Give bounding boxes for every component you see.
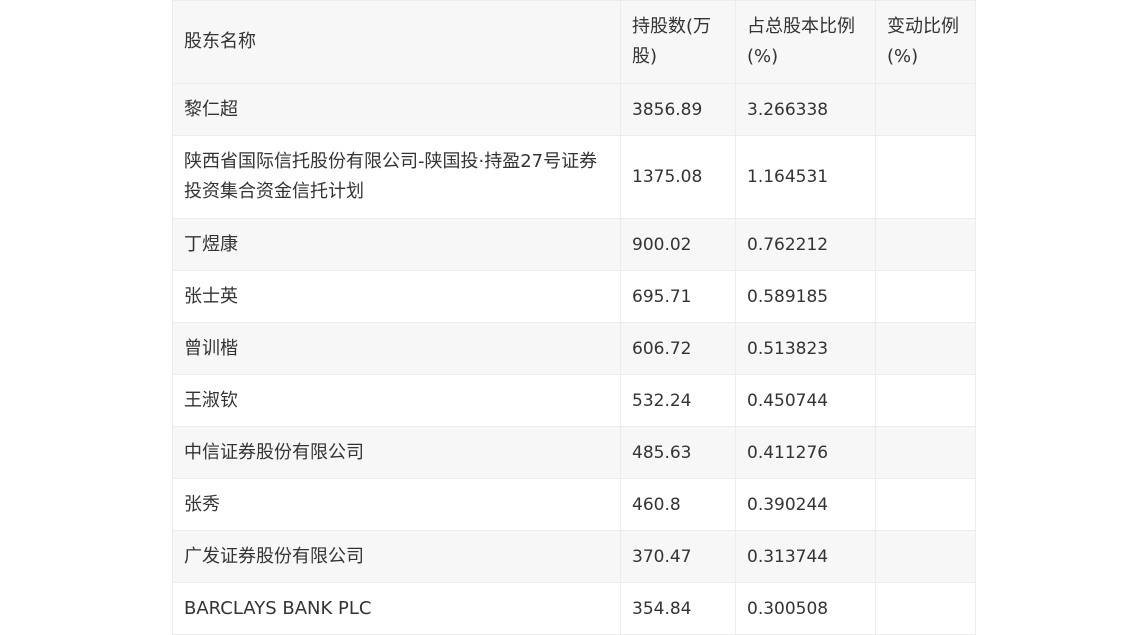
header-shares-line1: 持股数(万 [632, 16, 712, 37]
cell-shares: 606.72 [620, 322, 736, 375]
table-header: 股东名称 持股数(万 股) 占总股本比例 (%) 变动比例 (%) [172, 0, 976, 84]
cell-change [875, 218, 976, 271]
cell-shareholder-name: 中信证券股份有限公司 [172, 426, 621, 479]
cell-ratio: 0.589185 [735, 270, 876, 323]
header-ratio-line2: (%) [747, 46, 779, 67]
cell-shares: 695.71 [620, 270, 736, 323]
cell-shares: 532.24 [620, 374, 736, 427]
cell-ratio: 0.513823 [735, 322, 876, 375]
cell-ratio: 0.762212 [735, 218, 876, 271]
cell-change [875, 270, 976, 323]
shareholder-table-container: 股东名称 持股数(万 股) 占总股本比例 (%) 变动比例 (%) 黎仁超 38… [172, 0, 976, 635]
cell-change [875, 322, 976, 375]
table-row: 张士英 695.71 0.589185 [172, 270, 976, 323]
table-row: 丁煜康 900.02 0.762212 [172, 218, 976, 271]
cell-shareholder-name: 王淑钦 [172, 374, 621, 427]
cell-shareholder-name: 黎仁超 [172, 83, 621, 136]
table-row: 中信证券股份有限公司 485.63 0.411276 [172, 426, 976, 479]
cell-shares: 460.8 [620, 478, 736, 531]
header-row: 股东名称 持股数(万 股) 占总股本比例 (%) 变动比例 (%) [172, 0, 976, 84]
cell-change [875, 530, 976, 583]
cell-change [875, 83, 976, 136]
table-row: 陕西省国际信托股份有限公司-陕国投·持盈27号证券投资集合资金信托计划 1375… [172, 135, 976, 219]
shareholder-table: 股东名称 持股数(万 股) 占总股本比例 (%) 变动比例 (%) 黎仁超 38… [172, 0, 976, 635]
cell-shares: 900.02 [620, 218, 736, 271]
cell-shares: 485.63 [620, 426, 736, 479]
cell-change [875, 135, 976, 219]
cell-ratio: 1.164531 [735, 135, 876, 219]
table-row: 黎仁超 3856.89 3.266338 [172, 83, 976, 136]
cell-ratio: 0.411276 [735, 426, 876, 479]
cell-change [875, 582, 976, 635]
cell-ratio: 0.450744 [735, 374, 876, 427]
cell-shareholder-name: 陕西省国际信托股份有限公司-陕国投·持盈27号证券投资集合资金信托计划 [172, 135, 621, 219]
cell-shareholder-name: 广发证券股份有限公司 [172, 530, 621, 583]
table-row: BARCLAYS BANK PLC 354.84 0.300508 [172, 582, 976, 635]
table-row: 广发证券股份有限公司 370.47 0.313744 [172, 530, 976, 583]
header-ratio: 占总股本比例 (%) [735, 0, 876, 84]
cell-shareholder-name: 曾训楷 [172, 322, 621, 375]
cell-shareholder-name: 丁煜康 [172, 218, 621, 271]
table-row: 曾训楷 606.72 0.513823 [172, 322, 976, 375]
header-change: 变动比例 (%) [875, 0, 976, 84]
header-shareholder-name: 股东名称 [172, 0, 621, 84]
cell-change [875, 478, 976, 531]
cell-shares: 354.84 [620, 582, 736, 635]
cell-change [875, 374, 976, 427]
cell-ratio: 3.266338 [735, 83, 876, 136]
cell-shares: 3856.89 [620, 83, 736, 136]
cell-ratio: 0.300508 [735, 582, 876, 635]
header-shares: 持股数(万 股) [620, 0, 736, 84]
table-body: 黎仁超 3856.89 3.266338 陕西省国际信托股份有限公司-陕国投·持… [172, 83, 976, 635]
cell-shareholder-name: 张秀 [172, 478, 621, 531]
cell-ratio: 0.390244 [735, 478, 876, 531]
header-ratio-line1: 占总股本比例 [747, 16, 855, 37]
table-row: 王淑钦 532.24 0.450744 [172, 374, 976, 427]
header-shareholder-name-text: 股东名称 [184, 31, 256, 52]
header-change-line1: 变动比例 [887, 16, 959, 37]
header-change-line2: (%) [887, 46, 919, 67]
table-row: 张秀 460.8 0.390244 [172, 478, 976, 531]
cell-shareholder-name: BARCLAYS BANK PLC [172, 582, 621, 635]
cell-shares: 1375.08 [620, 135, 736, 219]
header-shares-line2: 股) [632, 46, 658, 67]
cell-shares: 370.47 [620, 530, 736, 583]
cell-ratio: 0.313744 [735, 530, 876, 583]
cell-shareholder-name: 张士英 [172, 270, 621, 323]
cell-change [875, 426, 976, 479]
